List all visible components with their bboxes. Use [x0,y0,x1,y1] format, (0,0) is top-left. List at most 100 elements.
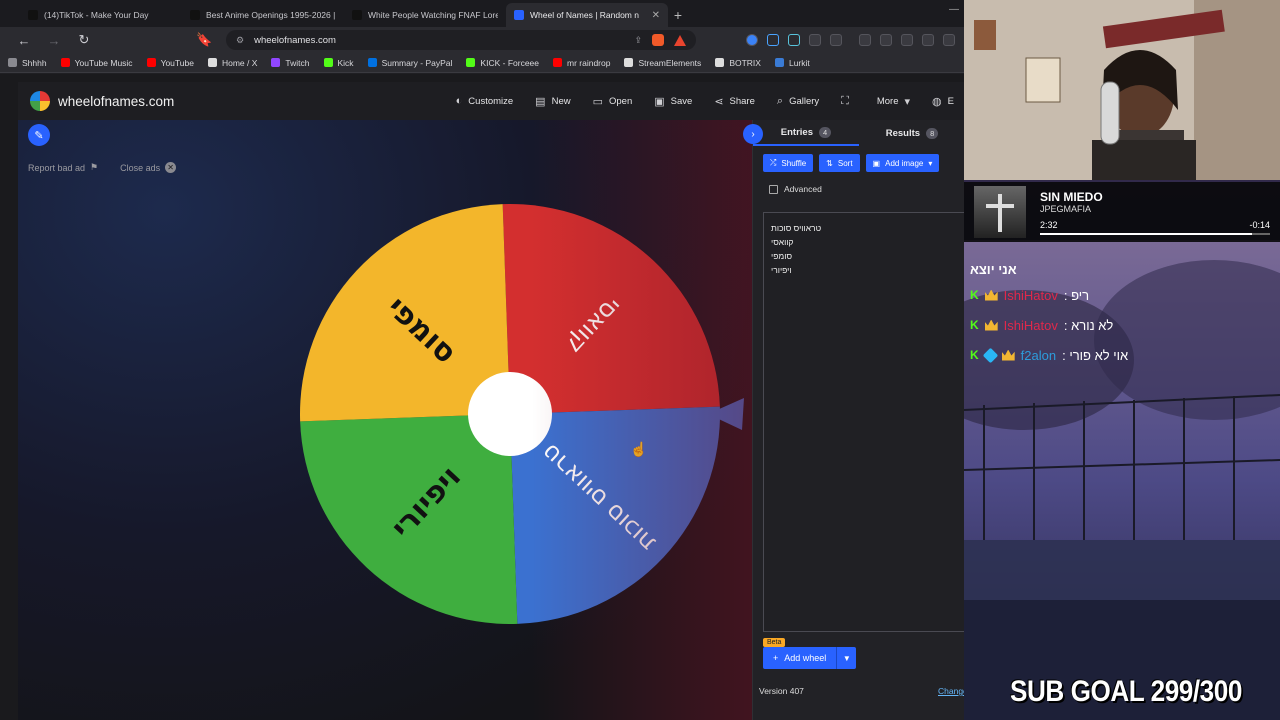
wheel-center-hub[interactable] [468,372,552,456]
shuffle-label: Shuffle [781,158,807,168]
entries-textarea[interactable]: טראוויס סוכות קוואסי סומפי ויפיורי [763,212,977,632]
chevron-down-icon: ▾ [928,158,933,168]
brave-shields-icon[interactable] [652,34,664,46]
add-image-label: Add image [885,158,924,168]
vpn-icon[interactable] [943,34,955,46]
close-ads-link[interactable]: Close ads ✕ [120,162,177,173]
site-logo[interactable]: wheelofnames.com [18,91,174,111]
add-wheel-dropdown[interactable]: ▼ [836,647,857,669]
bookmark-item[interactable]: Kick [323,57,354,68]
bookmark-item[interactable]: Shhhh [8,58,47,68]
bookmark-item[interactable]: Home / X [207,57,258,68]
chat-message: K IshiHatov: ריפ [970,280,1270,310]
elapsed-time: 2:32 [1040,219,1058,230]
nav-item-share[interactable]: ⋖ Share [714,95,755,108]
wallet-icon[interactable] [901,34,913,46]
sort-button[interactable]: ⇅ Sort [819,154,860,172]
browser-tab[interactable]: Best Anime Openings 1995-2026 | Pa [182,3,344,27]
bookmark-label: Home / X [221,57,258,68]
extension-icon[interactable] [788,34,800,46]
bookmark-item[interactable]: KICK - Forceee [466,58,539,68]
bookmark-item[interactable]: StreamElements [624,58,701,68]
minimize-icon[interactable]: — [949,4,959,15]
collapse-panel-button[interactable]: › [743,124,763,144]
chat-text: : אוי לא פורי [1062,347,1129,363]
extensions-puzzle-icon[interactable] [809,34,821,46]
crown-badge-icon [1001,349,1015,361]
wheel-canvas[interactable]: קוואסיטראוויס סוכותויפיוריסומפי [18,120,752,720]
advanced-toggle[interactable]: Advanced [769,184,822,194]
edit-pencil-button[interactable]: ✎ [28,124,50,146]
kick-badge-icon: K [970,288,979,302]
bookmark-item[interactable]: Twitch [271,58,310,68]
report-bad-ad-link[interactable]: Report bad ad ⚑ [28,162,98,173]
extension-icon[interactable] [767,34,779,46]
bookmark-favicon-icon [146,58,156,67]
chevron-down-icon: ▾ [904,95,911,108]
url-text: wheelofnames.com [254,34,336,46]
now-playing-widget: SIN MIEDO JPEGMAFIA 2:32 -0:14 [964,182,1280,242]
bookmark-item[interactable]: Summary - PayPal [367,57,453,68]
nav-item-gallery[interactable]: ⌕ Gallery [777,95,819,108]
tab-results[interactable]: Results 8 [859,120,965,146]
extension-icon[interactable] [830,34,842,46]
reload-icon[interactable]: ↻ [76,32,92,48]
bookmark-item[interactable]: BOTRIX [715,58,761,68]
share-page-icon[interactable]: ⇪ [634,35,642,46]
url-bar[interactable]: ⚙ wheelofnames.com ⇪ [226,30,696,50]
nav-item-e[interactable]: ◍ E [932,95,954,108]
advanced-checkbox[interactable] [769,184,778,194]
sidebar-icon[interactable] [880,34,892,46]
nav-label: Share [729,95,755,107]
tab-favicon-icon [514,10,524,20]
chat-header: אני יוצא [970,261,1017,277]
leo-icon[interactable] [922,34,934,46]
bookmark-page-icon[interactable]: 🔖 [196,32,212,48]
site-info-icon[interactable]: ⚙ [236,35,244,46]
site-name: wheelofnames.com [58,93,175,109]
media-icon[interactable] [859,34,871,46]
gem-badge-icon [982,347,998,363]
bookmark-item[interactable]: Lurkit [774,58,810,68]
forward-icon[interactable]: → [46,33,62,48]
wheel-logo-icon [30,91,50,111]
browser-tab[interactable]: Wheel of Names | Random n ✕ [506,3,668,27]
bookmark-favicon-icon [553,58,562,67]
advanced-label: Advanced [784,184,822,194]
shuffle-button[interactable]: ⤮ Shuffle [763,154,814,172]
browser-tab[interactable]: White People Watching FNAF Lore | [344,3,506,27]
nav-item-customize[interactable]: ◐ Customize [456,95,514,107]
chat-text: : ריפ [1063,287,1090,303]
address-toolbar: ← → ↻ 🔖 ⚙ wheelofnames.com ⇪ [0,27,1000,53]
sort-label: Sort [837,158,853,168]
nav-item-save[interactable]: ▣ Save [654,95,692,108]
add-wheel-button[interactable]: + Add wheel [763,647,837,669]
close-icon: ✕ [165,162,177,173]
nav-label: New [551,95,571,107]
nav-item-more[interactable]: More ▾ [877,95,910,108]
bookmark-label: mr raindrop [567,57,611,68]
back-icon[interactable]: ← [16,33,32,48]
nav-menu: ◐ Customize ▤ New ▭ Open ▣ Save ⋖ Share ⌕ Gallery ⛶ M… [456,95,964,108]
plus-icon: + [773,653,779,663]
bookmark-item[interactable]: mr raindrop [553,58,610,68]
close-tab-icon[interactable]: ✕ [652,10,660,21]
bookmark-label: Summary - PayPal [381,57,453,68]
brave-rewards-icon[interactable] [674,34,686,46]
nav-item-fullscreen[interactable]: ⛶ [841,95,855,108]
nav-item-new[interactable]: ▤ New [535,95,570,108]
bookmark-favicon-icon [774,58,784,67]
bookmark-favicon-icon [624,58,634,67]
new-tab-button[interactable]: + [668,3,688,27]
bookmark-item[interactable]: YouTube Music [60,58,133,68]
nav-item-open[interactable]: ▭ Open [593,95,633,108]
bookmark-label: Kick [337,57,354,68]
tab-entries[interactable]: Entries 4 [753,120,859,146]
entry-line: קוואסי [771,237,794,247]
browser-tab[interactable]: (14)TikTok - Make Your Day [20,3,182,27]
bookmark-favicon-icon [271,58,281,67]
extension-icon[interactable] [746,34,758,46]
bookmark-item[interactable]: YouTube [146,58,194,68]
add-image-button[interactable]: ▣ Add image ▾ [865,154,940,172]
nav-label: E [947,95,954,107]
